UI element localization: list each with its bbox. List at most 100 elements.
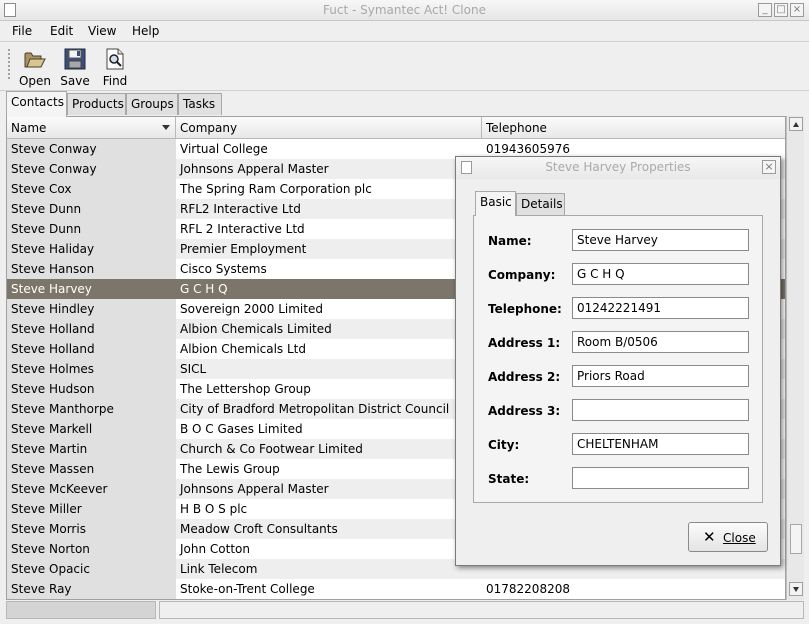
cell-company: Church & Co Footwear Limited [176, 439, 482, 459]
dialog-title-bar[interactable]: Steve Harvey Properties × [456, 157, 780, 179]
cell-name: Steve Holmes [7, 359, 176, 379]
open-label: Open [18, 74, 52, 88]
cell-company: H B O S plc [180, 502, 248, 516]
cell-company: John Cotton [180, 542, 250, 556]
maximize-button[interactable]: □ [774, 3, 788, 17]
dialog-close-icon[interactable]: × [762, 160, 776, 174]
state-field[interactable] [572, 467, 749, 489]
cell-company: Sovereign 2000 Limited [180, 302, 323, 316]
tab-contacts[interactable]: Contacts [6, 91, 67, 117]
cell-company: G C H Q [176, 279, 482, 299]
name-field[interactable]: Steve Harvey [572, 229, 749, 251]
company-label: Company: [488, 268, 556, 282]
cell-company: Meadow Croft Consultants [176, 519, 482, 539]
cell-name: Steve Opacic [7, 559, 176, 579]
minimize-button[interactable]: _ [758, 3, 772, 17]
city-field[interactable]: CHELTENHAM [572, 433, 749, 455]
cell-name: Steve Holland [7, 339, 176, 359]
cell-name: Steve Markell [7, 419, 176, 439]
cell-company: The Lewis Group [180, 462, 280, 476]
close-button-label: Close [723, 531, 756, 545]
dialog-tab-details[interactable]: Details [516, 193, 565, 215]
dialog-basic-panel: Name: Steve Harvey Company: G C H Q Tele… [473, 215, 763, 503]
scroll-down-button[interactable] [789, 582, 803, 596]
column-header-name[interactable]: Name [7, 117, 176, 139]
find-magnifier-icon [104, 48, 126, 70]
close-x-icon: ✕ [703, 528, 716, 546]
menu-edit[interactable]: Edit [50, 24, 73, 38]
cell-name: Steve Dunn [7, 219, 176, 239]
folder-open-icon [24, 48, 46, 70]
contact-properties-dialog: Steve Harvey Properties × Basic Details … [455, 156, 781, 566]
tab-products[interactable]: Products [67, 93, 126, 115]
cell-company: Johnsons Apperal Master [176, 159, 482, 179]
save-label: Save [60, 74, 90, 88]
cell-company: Link Telecom [176, 559, 482, 579]
cell-company: Stoke-on-Trent College [180, 582, 315, 596]
scroll-up-button[interactable] [789, 117, 803, 131]
cell-name: Steve Conway [7, 139, 176, 159]
close-window-button[interactable]: × [790, 3, 804, 17]
cell-name: Steve Hindley [7, 299, 176, 319]
cell-company: Albion Chemicals Ltd [180, 342, 307, 356]
address2-label: Address 2: [488, 370, 561, 384]
menu-bar: File Edit View Help [0, 21, 809, 41]
table-header: Name Company Telephone [7, 117, 785, 139]
state-label: State: [488, 472, 530, 486]
menu-view[interactable]: View [88, 24, 116, 38]
status-progress [6, 601, 156, 619]
column-header-company[interactable]: Company [176, 117, 482, 139]
cell-name: Steve Ray [7, 579, 176, 599]
city-label: City: [488, 438, 520, 452]
cell-name: Steve Conway [7, 159, 176, 179]
address3-field[interactable] [572, 399, 749, 421]
arrow-up-icon [793, 122, 799, 127]
cell-company: The Lettershop Group [180, 382, 311, 396]
open-button[interactable]: Open [15, 46, 55, 88]
column-header-name-label: Name [11, 121, 47, 135]
telephone-label: Telephone: [488, 302, 562, 316]
name-label: Name: [488, 234, 532, 248]
telephone-field[interactable]: 01242221491 [572, 297, 749, 319]
cell-company: The Spring Ram Corporation plc [180, 182, 372, 196]
address2-field[interactable]: Priors Road [572, 365, 749, 387]
cell-company: SICL [176, 359, 482, 379]
address1-field[interactable]: Room B/0506 [572, 331, 749, 353]
dialog-tab-basic[interactable]: Basic [475, 191, 516, 216]
table-row[interactable]: Steve Ray Stoke-on-Trent College 017822082… [7, 579, 785, 599]
cell-name: Steve Miller [7, 499, 176, 519]
company-field[interactable]: G C H Q [572, 263, 749, 285]
cell-name: Steve McKeever [7, 479, 176, 499]
cell-name: Steve Hudson [7, 379, 176, 399]
toolbar-grip-handle[interactable] [7, 48, 12, 80]
status-message [159, 601, 804, 619]
cell-company: Virtual College [180, 142, 268, 156]
menu-help[interactable]: Help [132, 24, 159, 38]
vertical-scrollbar[interactable] [786, 116, 804, 600]
cell-name: Steve Dunn [7, 199, 176, 219]
scrollbar-thumb[interactable] [790, 524, 802, 554]
cell-company: Albion Chemicals Limited [176, 319, 482, 339]
tab-groups[interactable]: Groups [126, 93, 178, 115]
cell-company: Cisco Systems [180, 262, 267, 276]
cell-name: Steve Holland [7, 319, 176, 339]
cell-name: Steve Harvey [7, 279, 176, 299]
cell-name: Steve Cox [7, 179, 176, 199]
cell-telephone: 01782208208 [486, 582, 570, 596]
sort-descending-icon [162, 125, 170, 130]
cell-name: Steve Hanson [7, 259, 176, 279]
toolbar-separator [0, 90, 809, 91]
cell-name: Steve Haliday [7, 239, 176, 259]
address1-label: Address 1: [488, 336, 561, 350]
cell-company: B O C Gases Limited [180, 422, 303, 436]
menu-file[interactable]: File [12, 24, 32, 38]
cell-name: Steve Massen [7, 459, 176, 479]
tab-tasks[interactable]: Tasks [178, 93, 222, 115]
floppy-disk-icon [64, 48, 86, 70]
save-button[interactable]: Save [55, 46, 95, 88]
column-header-telephone[interactable]: Telephone [482, 117, 785, 139]
close-button[interactable]: ✕ Close [688, 522, 768, 552]
find-button[interactable]: Find [95, 46, 135, 88]
cell-company: Johnsons Apperal Master [176, 479, 482, 499]
cell-name: Steve Norton [7, 539, 176, 559]
